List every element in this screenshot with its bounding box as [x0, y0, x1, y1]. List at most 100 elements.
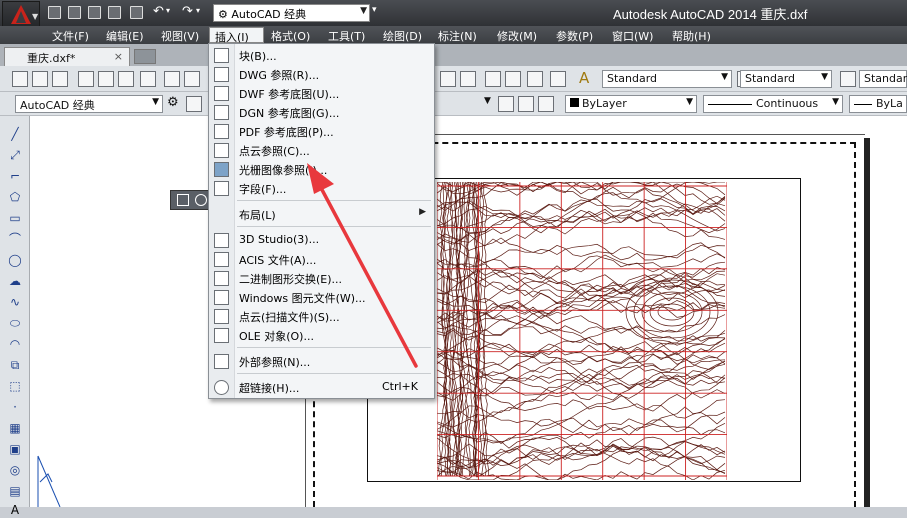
menu-dimension[interactable]: 标注(N) [433, 27, 482, 43]
menu-format[interactable]: 格式(O) [266, 27, 315, 43]
plot-preview-icon[interactable] [98, 71, 114, 87]
menu-window[interactable]: 窗口(W) [607, 27, 658, 43]
gradient-icon[interactable]: ▣ [7, 441, 23, 457]
text-style-select[interactable]: Standard ▼ [602, 70, 732, 88]
3d-dwf-icon[interactable] [140, 71, 156, 87]
insert-block-icon[interactable]: ⧉ [7, 357, 23, 373]
polyline-icon[interactable]: ⌐ [7, 168, 23, 184]
menu-draw[interactable]: 绘图(D) [378, 27, 427, 43]
hatch-icon[interactable]: ▦ [7, 420, 23, 436]
arc-icon[interactable]: ⌒ [7, 231, 23, 247]
new-tab-button[interactable] [134, 49, 156, 64]
save-as-icon[interactable] [108, 6, 121, 19]
toolbar-icon[interactable] [485, 71, 501, 87]
new-icon[interactable] [12, 71, 28, 87]
table-style-select[interactable]: Standard [859, 70, 907, 88]
text-style-icon: A [579, 69, 590, 87]
close-icon[interactable]: × [114, 50, 123, 63]
toolbar-icon[interactable] [440, 71, 456, 87]
redo-icon[interactable]: ↷ [182, 4, 193, 19]
spline-icon[interactable]: ∿ [7, 294, 23, 310]
gear-icon[interactable]: ⚙ [167, 95, 179, 110]
print-icon[interactable] [130, 6, 143, 19]
menu-tools[interactable]: 工具(T) [323, 27, 370, 43]
application-menu-button[interactable]: ▼ [2, 1, 40, 27]
logo-cutout [16, 11, 26, 23]
dimension-style-select[interactable]: Standard ▼ [740, 70, 832, 88]
undo-dropdown-icon[interactable]: ▾ [166, 6, 170, 15]
quick-access-more-icon[interactable]: ▾ [372, 5, 382, 21]
menu-item-block[interactable]: 块(B)... [209, 46, 434, 65]
menu-insert[interactable]: 插入(I) [209, 27, 264, 44]
new-file-icon[interactable] [48, 6, 61, 19]
cut-icon[interactable] [164, 71, 180, 87]
point-icon[interactable]: · [7, 399, 23, 415]
menu-item-acis-file[interactable]: ACIS 文件(A)... [209, 250, 434, 269]
toolbar-icon[interactable] [505, 71, 521, 87]
menu-item-ole-object[interactable]: OLE 对象(O)... [209, 326, 434, 345]
menu-item-hyperlink[interactable]: 超链接(H)... Ctrl+K [209, 378, 434, 397]
workspace-combo[interactable]: AutoCAD 经典 ▼ [15, 95, 163, 113]
revision-cloud-icon[interactable]: ☁ [7, 273, 23, 289]
menu-parametric[interactable]: 参数(P) [551, 27, 598, 43]
menu-item-external-reference[interactable]: 外部参照(N)... [209, 352, 434, 371]
workspace-select[interactable]: ⚙ AutoCAD 经典 ▼ [213, 4, 370, 22]
circle-icon[interactable]: ◯ [7, 252, 23, 268]
menu-item-shortcut: Ctrl+K [381, 380, 418, 393]
menu-item-3d-studio[interactable]: 3D Studio(3)... [209, 231, 434, 250]
menu-item-layout[interactable]: 布局(L) ▶ [209, 205, 434, 224]
ellipse-arc-icon[interactable]: ◠ [7, 336, 23, 352]
calculator-icon[interactable] [527, 71, 543, 87]
help-icon[interactable] [550, 71, 566, 87]
make-layer-current-icon[interactable] [498, 96, 514, 112]
layer-icon[interactable] [186, 96, 202, 112]
menu-item-point-cloud-scan[interactable]: 点云(扫描文件)(S)... [209, 307, 434, 326]
make-block-icon[interactable]: ⬚ [7, 378, 23, 394]
contour-line [437, 399, 726, 428]
menu-item-dwg-reference[interactable]: DWG 参照(R)... [209, 65, 434, 84]
menu-item-dwf-underlay[interactable]: DWF 参考底图(U)... [209, 84, 434, 103]
publish-icon[interactable] [118, 71, 134, 87]
menu-item-point-cloud[interactable]: 点云参照(C)... [209, 141, 434, 160]
menu-item-label: 光栅图像参照(I)... [239, 164, 328, 177]
line-icon[interactable]: ╱ [7, 126, 23, 142]
rectangle-icon[interactable]: ▭ [7, 210, 23, 226]
polygon-icon[interactable]: ⬠ [7, 189, 23, 205]
region-icon[interactable]: ◎ [7, 462, 23, 478]
multiline-text-icon[interactable]: A [7, 502, 23, 518]
menu-edit[interactable]: 编辑(E) [101, 27, 149, 43]
document-tab-label: 重庆.dxf* [27, 52, 76, 65]
menu-view[interactable]: 视图(V) [156, 27, 204, 43]
ellipse-icon[interactable]: ⬭ [7, 315, 23, 331]
layer-state-icon[interactable] [538, 96, 554, 112]
menu-item-binary-drawing-exchange[interactable]: 二进制图形交换(E)... [209, 269, 434, 288]
redo-dropdown-icon[interactable]: ▾ [196, 6, 200, 15]
save-icon[interactable] [88, 6, 101, 19]
color-select[interactable]: ByLayer ▼ [565, 95, 697, 113]
save-icon[interactable] [52, 71, 68, 87]
menu-item-dgn-underlay[interactable]: DGN 参考底图(G)... [209, 103, 434, 122]
plot-icon[interactable] [78, 71, 94, 87]
menu-modify[interactable]: 修改(M) [492, 27, 542, 43]
menu-item-windows-metafile[interactable]: Windows 图元文件(W)... [209, 288, 434, 307]
menu-item-raster-image[interactable]: 光栅图像参照(I)... [209, 160, 434, 179]
linetype-select[interactable]: Continuous ▼ [703, 95, 843, 113]
linetype-value: Continuous [756, 97, 819, 110]
menu-item-field[interactable]: 字段(F)... [209, 179, 434, 198]
table-icon[interactable]: ▤ [7, 483, 23, 499]
topographic-raster-image [437, 182, 727, 480]
menu-item-pdf-underlay[interactable]: PDF 参考底图(P)... [209, 122, 434, 141]
copy-icon[interactable] [184, 71, 200, 87]
menu-help[interactable]: 帮助(H) [667, 27, 716, 43]
construction-line-icon[interactable]: ⤢ [7, 147, 23, 163]
open-icon[interactable] [32, 71, 48, 87]
open-file-icon[interactable] [68, 6, 81, 19]
menu-file[interactable]: 文件(F) [47, 27, 94, 43]
undo-icon[interactable]: ↶ [153, 4, 164, 19]
viewport-control[interactable] [170, 190, 210, 210]
chevron-down-icon[interactable]: ▼ [484, 96, 491, 106]
document-tab[interactable]: 重庆.dxf* × [4, 47, 130, 66]
layer-previous-icon[interactable] [518, 96, 534, 112]
toolbar-icon[interactable] [460, 71, 476, 87]
lineweight-select[interactable]: ByLa [849, 95, 907, 113]
